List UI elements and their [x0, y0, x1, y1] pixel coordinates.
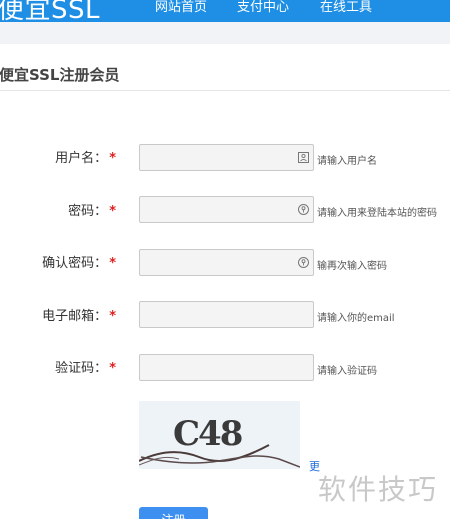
username-hint: 请输入用户名 — [317, 156, 377, 167]
captcha-hint: 请输入验证码 — [317, 366, 377, 377]
required-mark: * — [109, 361, 116, 376]
confirm-password-hint: 输再次输入密码 — [317, 261, 387, 272]
top-navigation-bar: 便宜SSL 网站首页 支付中心 在线工具 — [0, 0, 450, 22]
captcha-code: C48 — [173, 414, 242, 454]
register-button[interactable]: 注册 — [139, 507, 208, 519]
site-logo-text[interactable]: 便宜SSL — [0, 0, 100, 22]
watermark-text: 软件技巧 — [318, 473, 439, 506]
required-mark: * — [109, 256, 116, 271]
captcha-graphic: C48 — [139, 401, 300, 469]
nav-item-payment[interactable]: 支付中心 — [237, 0, 289, 15]
nav-item-tools[interactable]: 在线工具 — [320, 0, 372, 15]
captcha-input[interactable] — [140, 355, 313, 380]
required-mark: * — [109, 309, 116, 324]
required-mark: * — [109, 151, 116, 166]
username-input[interactable] — [140, 145, 313, 170]
key-icon — [298, 257, 309, 268]
password-label-text: 密码： — [68, 204, 108, 219]
sub-header-strip — [0, 22, 450, 44]
confirm-password-label: 确认密码： * — [0, 252, 116, 271]
confirm-password-input[interactable] — [140, 250, 313, 275]
username-label-text: 用户名： — [55, 151, 108, 166]
captcha-field-box — [139, 354, 314, 381]
captcha-label: 验证码： * — [0, 357, 116, 376]
email-label-text: 电子邮箱： — [42, 309, 108, 324]
confirm-password-field-box — [139, 249, 314, 276]
captcha-label-text: 验证码： — [55, 361, 108, 376]
contact-card-icon — [298, 152, 309, 163]
email-label: 电子邮箱： * — [0, 305, 116, 324]
username-field-box — [139, 144, 314, 171]
password-hint: 请输入用来登陆本站的密码 — [317, 208, 437, 219]
email-hint: 请输入你的email — [317, 313, 395, 324]
password-input[interactable] — [140, 197, 313, 222]
confirm-password-label-text: 确认密码： — [42, 256, 108, 271]
password-field-box — [139, 196, 314, 223]
required-mark: * — [109, 204, 116, 219]
email-input[interactable] — [140, 302, 313, 327]
captcha-image[interactable]: C48 — [139, 401, 300, 469]
nav-item-home[interactable]: 网站首页 — [155, 0, 207, 15]
username-label: 用户名： * — [0, 147, 116, 166]
email-field-box — [139, 301, 314, 328]
password-label: 密码： * — [0, 200, 116, 219]
page-title: 便宜SSL注册会员 — [0, 66, 120, 84]
title-divider — [0, 90, 450, 91]
key-icon — [298, 204, 309, 215]
